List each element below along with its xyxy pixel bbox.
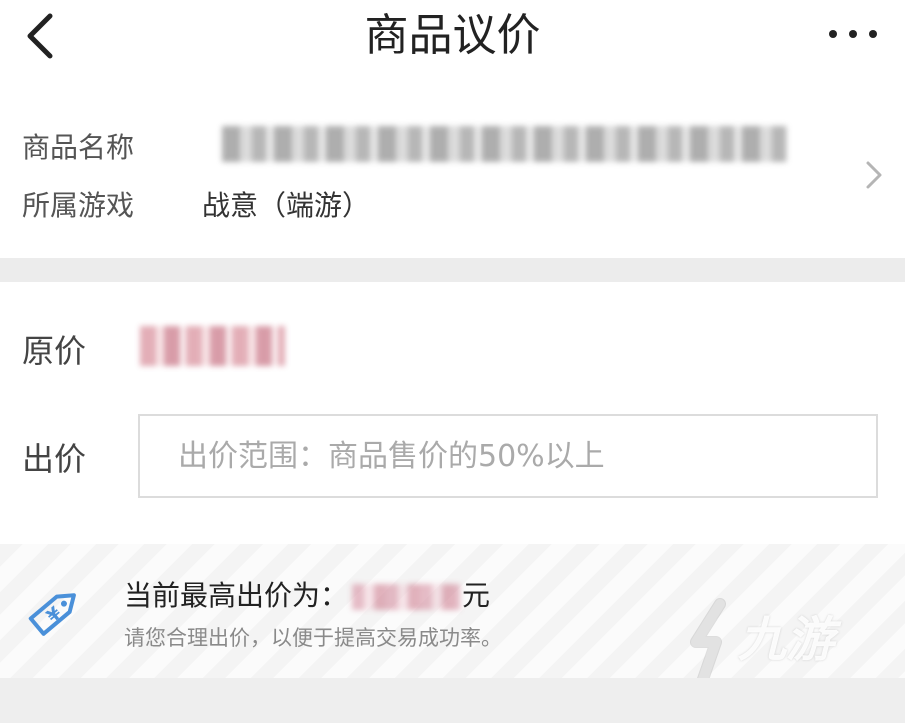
watermark-logo: 九游: [682, 590, 872, 690]
watermark-symbol-icon: [690, 598, 726, 688]
game-label: 所属游戏: [22, 189, 135, 222]
currency-suffix: 元: [462, 579, 491, 612]
current-highest-prefix: 当前最高出价为：: [124, 579, 349, 612]
top-nav-bar: 商品议价: [0, 0, 905, 80]
more-dots-icon: [829, 30, 877, 38]
price-tag-icon: ¥: [28, 593, 76, 636]
highest-bid-value-redacted: [352, 584, 461, 610]
game-value: 战意（端游）: [202, 189, 371, 222]
current-highest-bid: 当前最高出价为： 元: [124, 574, 490, 614]
more-options-button[interactable]: [822, 14, 884, 54]
chevron-right-icon: [866, 161, 882, 189]
bid-label: 出价: [22, 440, 87, 478]
page-title: 商品议价: [364, 10, 541, 61]
bottom-area: [0, 678, 905, 723]
section-divider: [0, 258, 905, 282]
bid-advice-text: 请您合理出价，以便于提高交易成功率。: [124, 626, 502, 650]
product-info-card[interactable]: 商品名称 所属游戏 战意（端游）: [0, 100, 905, 250]
bid-input[interactable]: [138, 414, 878, 498]
product-name-value-redacted: [222, 126, 787, 162]
original-price-value-redacted: [140, 326, 285, 366]
watermark-text: 九游: [738, 612, 835, 668]
product-name-label: 商品名称: [22, 131, 135, 164]
price-section: 原价 出价: [0, 282, 905, 544]
original-price-label: 原价: [22, 332, 87, 370]
